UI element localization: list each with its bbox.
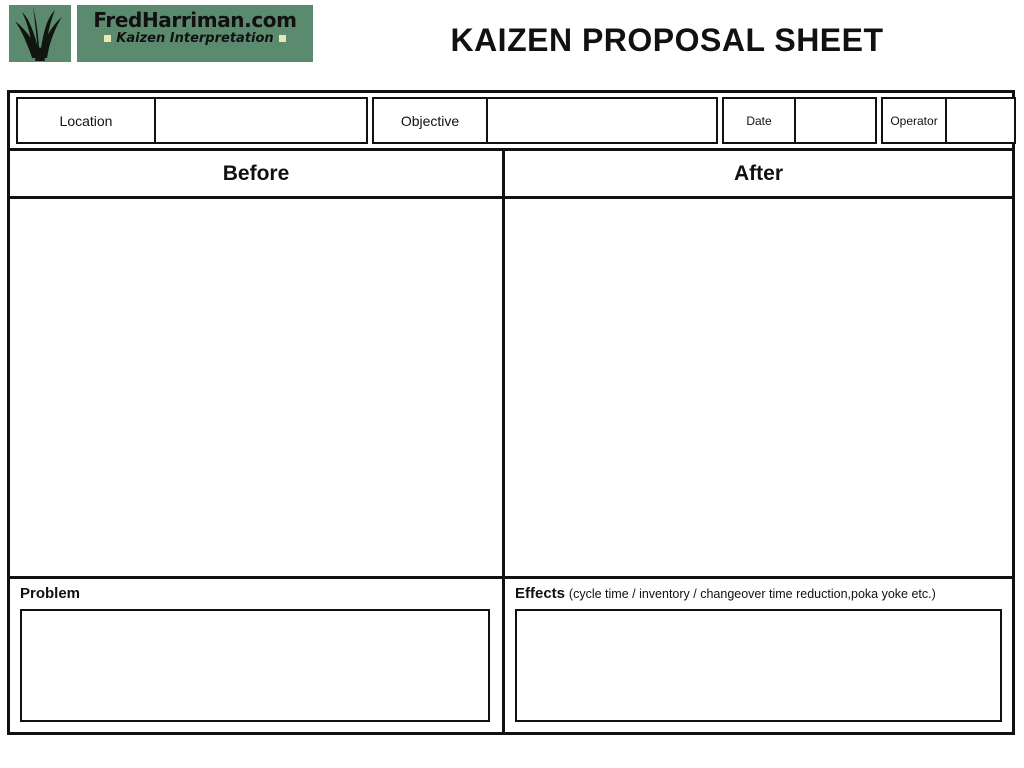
problem-section: Problem [10, 579, 505, 732]
comparison-header-row: Before After [10, 151, 1012, 199]
brand-logo: FredHarriman.com Kaizen Interpretation [9, 5, 313, 62]
effects-hint: (cycle time / inventory / changeover tim… [568, 587, 936, 601]
brand-tagline: Kaizen Interpretation [116, 31, 274, 46]
before-content-pane[interactable] [10, 199, 505, 576]
date-field-group: Date [722, 97, 877, 144]
operator-field-group: Operator [881, 97, 1016, 144]
after-content-pane[interactable] [505, 199, 1012, 576]
square-bullet-left-icon [104, 35, 112, 42]
meta-row: Location Objective Date Operator [10, 93, 1016, 151]
objective-field-group: Objective [372, 97, 718, 144]
comparison-body-row [10, 199, 1012, 579]
effects-label: Effects [515, 585, 566, 602]
problem-caption: Problem [20, 585, 494, 603]
kaizen-proposal-sheet-page: FredHarriman.com Kaizen Interpretation K… [0, 0, 1024, 768]
brand-wordmark: FredHarriman.com Kaizen Interpretation [77, 5, 313, 62]
brand-name: FredHarriman.com [93, 8, 297, 32]
before-heading: Before [10, 151, 505, 196]
operator-input[interactable] [945, 99, 1014, 142]
proposal-form: Location Objective Date Operator Before … [7, 90, 1016, 735]
page-title: KAIZEN PROPOSAL SHEET [450, 22, 884, 58]
effects-section: Effects (cycle time / inventory / change… [505, 579, 1012, 732]
operator-label: Operator [890, 113, 938, 128]
effects-input[interactable] [515, 608, 1002, 722]
date-input[interactable] [794, 99, 875, 142]
location-input[interactable] [154, 99, 366, 142]
location-label: Location [59, 112, 113, 129]
after-heading: After [733, 161, 783, 185]
square-bullet-right-icon [278, 35, 286, 42]
date-label: Date [746, 113, 772, 128]
objective-label: Objective [400, 112, 460, 129]
effects-caption: Effects (cycle time / inventory / change… [515, 585, 1004, 603]
brand-tagline-row: Kaizen Interpretation [77, 32, 313, 45]
page-header: FredHarriman.com Kaizen Interpretation K… [0, 0, 1024, 88]
problem-input[interactable] [20, 608, 490, 722]
grass-plant-icon [9, 5, 71, 62]
problem-effects-row: Problem Effects (cycle time / inventory … [10, 579, 1012, 732]
problem-label: Problem [20, 585, 81, 602]
objective-input[interactable] [486, 99, 716, 142]
location-field-group: Location [16, 97, 368, 144]
